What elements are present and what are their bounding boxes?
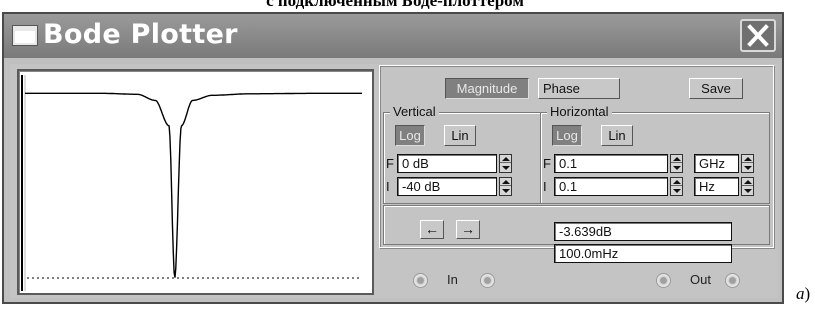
spin-down-icon [744, 189, 752, 193]
window-icon [13, 26, 37, 45]
vertical-initial-label: I [386, 179, 390, 194]
arrow-left-icon: ← [425, 221, 439, 237]
spin-up-icon [744, 180, 752, 184]
horizontal-final-input[interactable]: 0.1 [554, 154, 668, 173]
figure-label: а) [796, 284, 810, 304]
horizontal-initial-input[interactable]: 0.1 [554, 177, 668, 196]
horizontal-final-unit-spinner[interactable] [741, 154, 754, 173]
horizontal-lin-button[interactable]: Lin [601, 125, 633, 146]
spin-down-icon [502, 166, 510, 170]
cursor-left-button[interactable]: ← [420, 220, 444, 239]
spin-down-icon [502, 189, 510, 193]
horizontal-final-label: F [543, 156, 551, 171]
spin-up-icon [502, 180, 510, 184]
vertical-group: Vertical Log Lin F 0 dB I -40 dB [383, 104, 541, 204]
vertical-final-label: F [386, 156, 394, 171]
magnitude-readout: -3.639dB [554, 222, 732, 241]
horizontal-final-unit[interactable]: GHz [694, 154, 739, 173]
in-label: In [447, 272, 458, 287]
instrument-face: Magnitude Phase Save Vertical Log Lin F … [10, 64, 778, 298]
vertical-final-input[interactable]: 0 dB [397, 154, 497, 173]
spin-up-icon [744, 157, 752, 161]
arrow-right-icon: → [461, 221, 475, 237]
horizontal-log-button[interactable]: Log [552, 125, 582, 146]
vertical-initial-spinner[interactable] [499, 177, 512, 196]
close-button[interactable] [740, 19, 776, 52]
window-title: Bode Plotter [43, 19, 238, 50]
vertical-final-spinner[interactable] [499, 154, 512, 173]
in-plus-terminal[interactable] [413, 273, 428, 288]
vertical-legend: Vertical [390, 104, 439, 119]
save-button[interactable]: Save [689, 78, 743, 99]
magnitude-trace [25, 92, 362, 278]
title-bar[interactable]: Bode Plotter [4, 14, 782, 58]
out-label: Out [690, 272, 711, 287]
magnitude-button[interactable]: Magnitude [445, 78, 529, 99]
horizontal-initial-spinner[interactable] [670, 177, 683, 196]
close-icon [747, 24, 769, 47]
spin-down-icon [673, 166, 681, 170]
out-plus-terminal[interactable] [656, 273, 671, 288]
figure-label-paren: ) [804, 284, 811, 303]
spin-down-icon [744, 166, 752, 170]
horizontal-group: Horizontal Log Lin F 0.1 GHz I 0.1 Hz [540, 104, 770, 204]
horizontal-initial-unit-spinner[interactable] [741, 177, 754, 196]
bode-chart [21, 75, 362, 291]
plot-display[interactable] [17, 69, 374, 295]
spin-up-icon [673, 180, 681, 184]
spin-up-icon [502, 157, 510, 161]
phase-button[interactable]: Phase [538, 78, 620, 99]
horizontal-final-spinner[interactable] [670, 154, 683, 173]
spin-down-icon [673, 189, 681, 193]
frequency-readout: 100.0mHz [554, 244, 732, 263]
cursor-right-button[interactable]: → [456, 220, 480, 239]
vertical-log-button[interactable]: Log [395, 125, 425, 146]
vertical-lin-button[interactable]: Lin [444, 125, 476, 146]
spin-up-icon [673, 157, 681, 161]
bode-plotter-window: Bode Plotter Magnitude Phase Save Vertic… [2, 12, 784, 304]
horizontal-legend: Horizontal [547, 104, 612, 119]
out-minus-terminal[interactable] [725, 273, 740, 288]
horizontal-initial-label: I [543, 179, 547, 194]
in-minus-terminal[interactable] [480, 273, 495, 288]
horizontal-initial-unit[interactable]: Hz [694, 177, 739, 196]
figure-label-letter: а [796, 284, 805, 303]
vertical-initial-input[interactable]: -40 dB [397, 177, 497, 196]
control-panel: Magnitude Phase Save Vertical Log Lin F … [379, 65, 774, 248]
